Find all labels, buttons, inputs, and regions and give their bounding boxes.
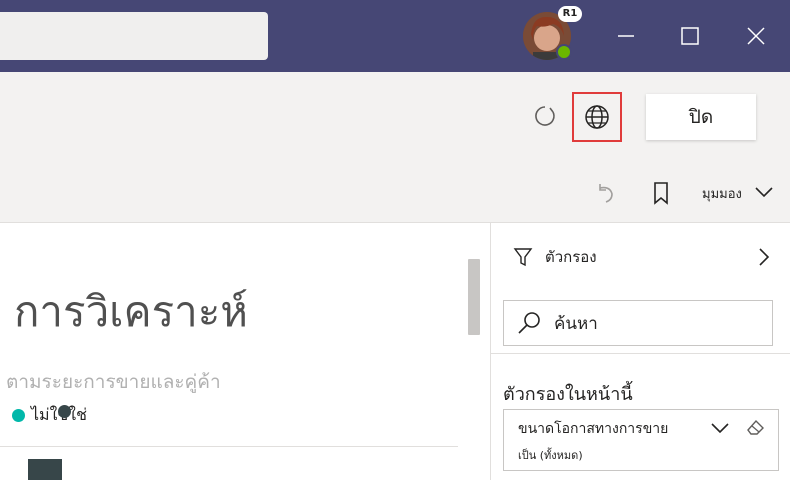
search-placeholder: ค้นหา (554, 313, 598, 334)
filter-card[interactable]: ขนาดโอกาสทางการขาย เป็น (ทั้งหมด) (503, 409, 779, 471)
search-icon (518, 312, 540, 334)
view-menu-label: มุมมอง (702, 187, 742, 202)
legend-marker-dark (58, 405, 71, 418)
clear-filter-button[interactable] (744, 418, 766, 440)
report-subtitle: ตามระยะการขายและคู่ค้า (6, 371, 221, 393)
view-menu-toggle[interactable] (752, 180, 776, 204)
bookmark-icon (654, 182, 668, 205)
maximize-button[interactable] (672, 18, 708, 54)
maximize-icon (681, 27, 699, 45)
visual-tile[interactable] (28, 459, 62, 480)
filters-pane-header: ตัวกรอง (513, 245, 597, 269)
minimize-icon (618, 35, 634, 37)
filters-pane-title: ตัวกรอง (545, 248, 597, 266)
eraser-icon (747, 419, 764, 435)
close-window-button[interactable] (738, 18, 774, 54)
refresh-icon (535, 106, 555, 126)
undo-icon (599, 184, 613, 203)
legend-marker-teal (12, 409, 25, 422)
globe-icon (585, 105, 609, 129)
pane-section-divider (491, 353, 790, 354)
filter-card-value: เป็น (ทั้งหมด) (518, 449, 583, 462)
chevron-down-icon (711, 423, 729, 434)
filter-card-name: ขนาดโอกาสทางการขาย (518, 421, 669, 437)
filters-pane: ตัวกรอง ค้นหา ตัวกรองในหน้านี้ ขนาดโอกาส… (490, 223, 790, 480)
expand-pane-button[interactable] (757, 247, 771, 271)
minimize-button[interactable] (608, 18, 644, 54)
chevron-down-icon (755, 187, 773, 198)
presence-available-icon (556, 44, 572, 60)
chart-legend: ไม่ใช่ใช่ (12, 403, 87, 428)
account-badge: R1 (558, 6, 582, 22)
filters-on-page-title: ตัวกรองในหน้านี้ (503, 384, 633, 405)
report-canvas: การวิเคราะห์ ตามระยะการขายและคู่ค้า ไม่ใ… (0, 223, 490, 480)
refresh-button[interactable] (530, 100, 560, 132)
undo-button[interactable] (590, 178, 620, 208)
filter-icon (513, 248, 533, 267)
close-icon (747, 27, 765, 45)
expand-filter-button[interactable] (710, 420, 730, 439)
title-bar: R1 (0, 0, 790, 72)
filter-search-input[interactable]: ค้นหา (503, 300, 773, 346)
canvas-scrollbar[interactable] (468, 259, 480, 335)
view-menu[interactable]: มุมมอง (702, 183, 742, 204)
report-title: การวิเคราะห์ (14, 287, 248, 336)
search-box[interactable] (0, 12, 268, 60)
close-report-button[interactable]: ปิด (646, 94, 756, 140)
bookmark-button[interactable] (646, 178, 676, 208)
language-button[interactable] (572, 92, 622, 142)
chevron-right-icon (759, 248, 770, 266)
canvas-divider (0, 446, 458, 447)
